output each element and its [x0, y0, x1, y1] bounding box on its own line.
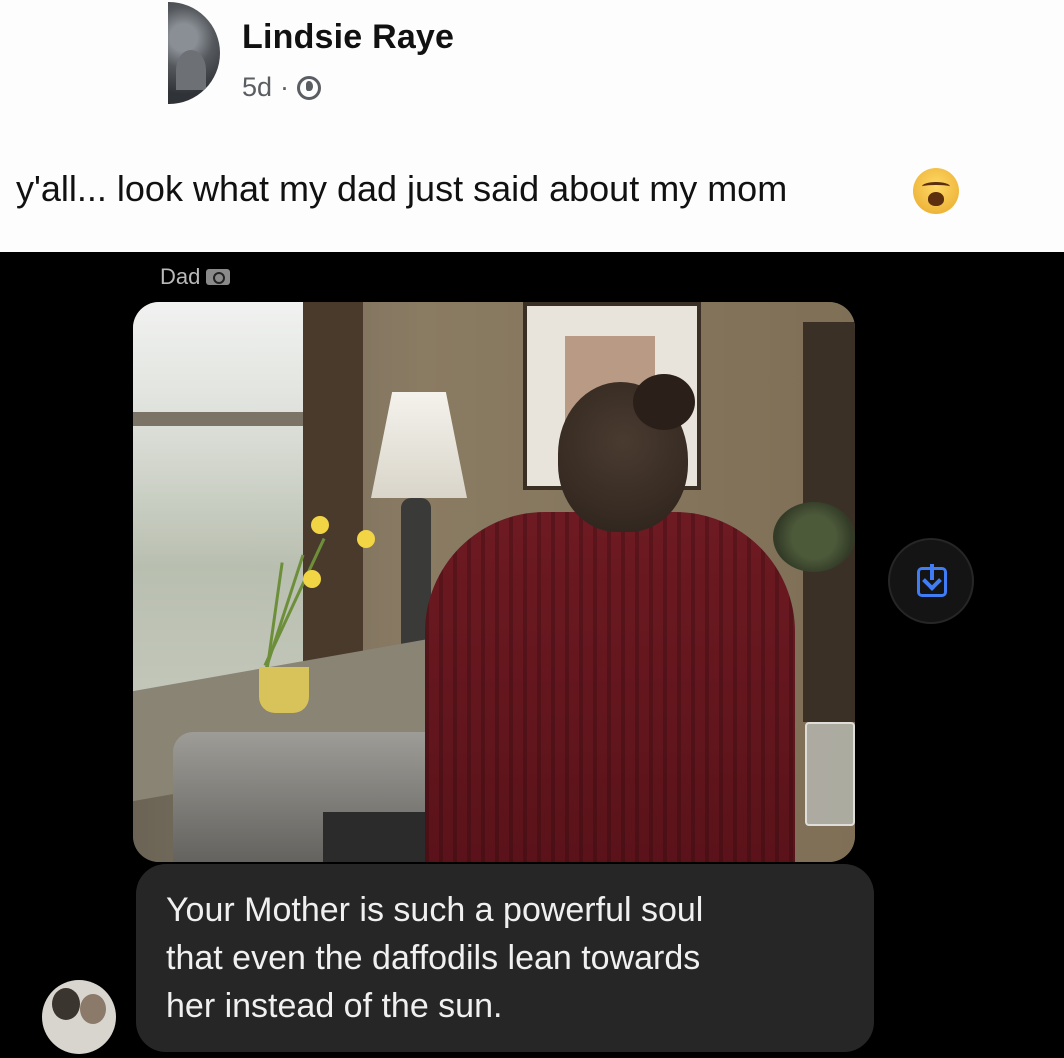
- camera-icon: [206, 269, 231, 285]
- post-time[interactable]: 5d: [242, 72, 272, 103]
- sender-name: Dad: [160, 264, 201, 289]
- crying-face-icon: [913, 168, 959, 214]
- sender-label: Dad: [160, 264, 231, 290]
- message-text: Your Mother is such a powerful soul that…: [166, 891, 704, 1025]
- post-meta: 5d ·: [242, 72, 322, 103]
- chat-screenshot: Dad Your Mother is such a powerful soul …: [0, 252, 1064, 1058]
- download-button[interactable]: [888, 538, 974, 624]
- meta-separator: ·: [280, 72, 290, 102]
- photo-daffodil: [303, 570, 321, 588]
- sender-avatar[interactable]: [42, 980, 116, 1054]
- message-bubble[interactable]: Your Mother is such a powerful soul that…: [136, 864, 874, 1052]
- photo-plant: [773, 502, 855, 572]
- post-header: Lindsie Raye 5d · y'all... look what my …: [0, 0, 1064, 252]
- author-avatar[interactable]: [168, 2, 220, 104]
- photo-woman-hair-bun: [633, 374, 695, 430]
- photo-glass: [805, 722, 855, 826]
- photo-daffodil: [357, 530, 375, 548]
- photo-daffodil: [311, 516, 329, 534]
- post-text: y'all... look what my dad just said abou…: [16, 168, 788, 209]
- download-icon: [917, 564, 947, 597]
- photo-woman-sweater: [425, 512, 795, 862]
- shared-photo[interactable]: [133, 302, 855, 862]
- globe-icon[interactable]: [297, 75, 322, 100]
- author-name[interactable]: Lindsie Raye: [242, 18, 454, 57]
- photo-vase: [259, 667, 309, 713]
